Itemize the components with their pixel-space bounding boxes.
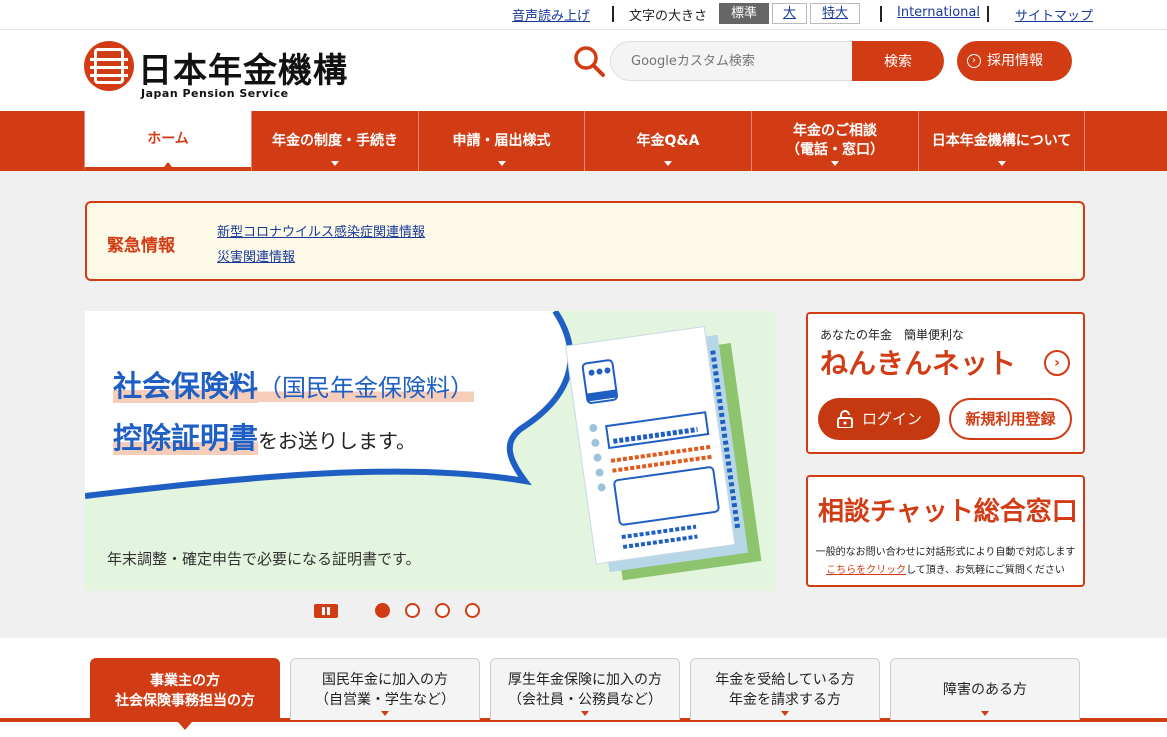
chat-card[interactable]: 相談チャット総合窓口 一般的なお問い合わせに対話形式により自動で対応します こち… [806,475,1085,587]
logo-mark-icon[interactable] [84,41,134,91]
carousel-dot[interactable] [375,603,390,618]
pause-icon[interactable] [314,604,338,618]
banner-note: 年末調整・確定申告で必要になる証明書です。 [107,550,421,568]
divider [612,6,614,22]
lock-icon [837,410,853,428]
font-size-label: 文字の大きさ [629,9,708,24]
caret-down-icon [178,722,192,730]
nenkin-net-card: あなたの年金 簡単便利な ねんきんネット › ログイン 新規利用登録 [806,312,1085,454]
tab-national-pension[interactable]: 国民年金に加入の方 （自営業・学生など） [290,658,480,720]
search-input[interactable] [610,41,860,81]
emergency-link-covid[interactable]: 新型コロナウイルス感染症関連情報 [217,221,425,240]
caret-down-icon [997,161,1006,166]
global-nav: ホーム 年金の制度・手続き 申請・届出様式 年金Q&A 年金のご相談 （電話・窓… [0,111,1167,171]
chat-link[interactable]: こちらをクリック [826,565,906,576]
chevron-right-icon: › [967,54,981,68]
login-button[interactable]: ログイン [818,398,940,440]
nav-label: 日本年金機構について [931,132,1072,149]
nenkin-net-tagline: あなたの年金 簡単便利な [820,328,965,342]
banner-headline-1: 社会保険料（国民年金保険料） [113,369,475,403]
audience-tabs: 事業主の方 社会保険事務担当の方 国民年金に加入の方 （自営業・学生など） 厚生… [0,638,1167,737]
nav-label: 年金のご相談 （電話・窓口） [786,123,884,158]
main-content: 緊急情報 新型コロナウイルス感染症関連情報 災害関連情報 社会保険料（国民年金保… [0,171,1167,638]
caret-down-icon [497,161,506,166]
nav-label: 年金Q&A [636,132,700,149]
tab-disability[interactable]: 障害のある方 [890,658,1080,720]
font-size-xlarge-button[interactable]: 特大 [810,3,860,24]
search-button[interactable]: 検索 [852,41,944,81]
chat-description-2: こちらをクリックして頂き、お気軽にご質問ください [826,565,1065,576]
nav-label: 年金の制度・手続き [272,132,398,149]
voice-reader-link[interactable]: 音声読み上げ [512,5,590,24]
divider [880,6,882,22]
nav-item-about[interactable]: 日本年金機構について [918,111,1085,171]
caret-down-icon [581,711,589,716]
nav-item-qa[interactable]: 年金Q&A [584,111,751,171]
nav-label: ホーム [147,130,189,147]
caret-down-icon [381,711,389,716]
chat-title: 相談チャット総合窓口 [818,497,1078,527]
nav-item-home[interactable]: ホーム [84,111,251,171]
font-size-large-button[interactable]: 大 [772,3,807,24]
carousel-dot[interactable] [405,603,420,618]
font-size-standard-button[interactable]: 標準 [719,3,769,24]
sitemap-link[interactable]: サイトマップ [1015,5,1093,24]
emergency-box: 緊急情報 新型コロナウイルス感染症関連情報 災害関連情報 [85,201,1085,281]
recruit-label: 採用情報 [987,53,1043,69]
register-button[interactable]: 新規利用登録 [949,398,1072,440]
hero-banner[interactable]: 社会保険料（国民年金保険料） 控除証明書をお送りします。 年末調整・確定申告で必… [85,311,775,591]
emergency-title: 緊急情報 [107,236,175,256]
site-subtitle: Japan Pension Service [141,87,289,100]
divider [987,6,989,22]
tab-employee-pension[interactable]: 厚生年金保険に加入の方 （会社員・公務員など） [490,658,680,720]
nav-item-system[interactable]: 年金の制度・手続き [251,111,418,171]
nav-item-consult[interactable]: 年金のご相談 （電話・窓口） [751,111,918,171]
tab-pension-recipient[interactable]: 年金を受給している方 年金を請求する方 [690,658,880,720]
banner-headline-2: 控除証明書をお送りします。 [113,421,417,455]
recruit-button[interactable]: › 採用情報 [957,41,1072,81]
site-title[interactable]: 日本年金機構 [138,43,348,92]
nenkin-net-title[interactable]: ねんきんネット [820,342,1016,382]
caret-icon [164,162,172,167]
search-icon [574,46,605,77]
chevron-right-icon[interactable]: › [1044,350,1070,376]
international-link[interactable]: International [897,5,980,20]
caret-down-icon [331,161,339,166]
emergency-link-disaster[interactable]: 災害関連情報 [217,246,295,265]
nav-label: 申請・届出様式 [452,132,551,149]
caret-down-icon [781,711,789,716]
carousel-dot[interactable] [465,603,480,618]
nav-item-forms[interactable]: 申請・届出様式 [418,111,584,171]
utility-bar: 音声読み上げ 文字の大きさ 標準 大 特大 International サイトマ… [0,0,1167,30]
caret-down-icon [831,161,839,166]
caret-down-icon [664,161,672,166]
carousel-dot[interactable] [435,603,450,618]
caret-down-icon [981,711,989,716]
login-label: ログイン [862,410,923,428]
tab-employer[interactable]: 事業主の方 社会保険事務担当の方 [90,658,280,730]
chat-description: 一般的なお問い合わせに対話形式により自動で対応します [815,547,1076,558]
site-header: 日本年金機構 Japan Pension Service 検索 › 採用情報 [0,31,1167,111]
